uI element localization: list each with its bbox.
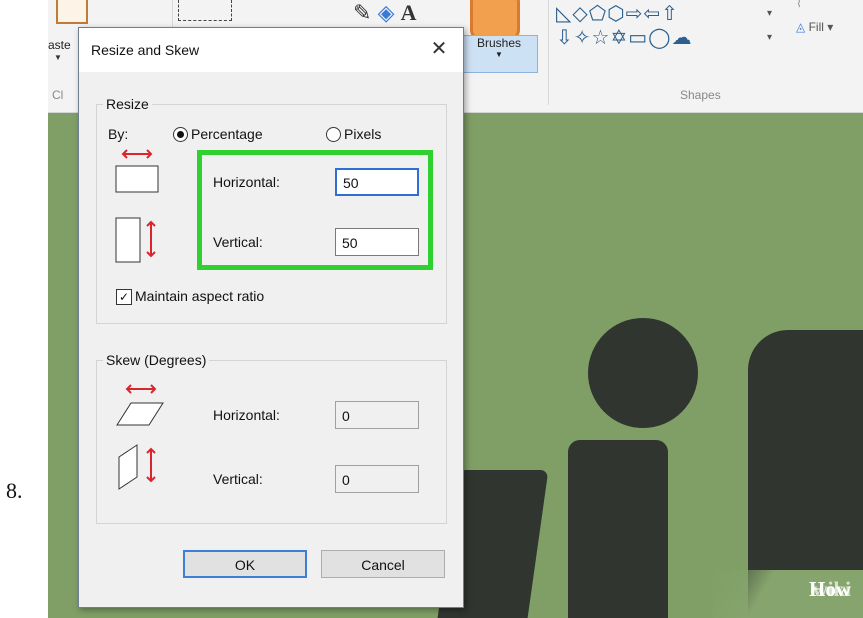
text-tool-icon[interactable]: A (401, 0, 417, 25)
ok-button[interactable]: OK (183, 550, 307, 578)
percentage-label[interactable]: Percentage (191, 126, 263, 142)
watermark-how: How (809, 577, 851, 601)
paste-dropdown-icon[interactable]: ▼ (54, 53, 62, 62)
fill-bucket-icon[interactable]: ◈ (378, 0, 395, 25)
maintain-aspect-checkbox[interactable]: ✓ (116, 289, 132, 305)
logo-shape (588, 318, 698, 428)
fill-dropdown-icon: ▾ (827, 20, 834, 34)
skew-legend: Skew (Degrees) (103, 352, 210, 368)
shapes-gallery[interactable]: ◺◇⬠⬡⇨⇦⇧ ⇩✧☆✡▭◯☁ (556, 2, 692, 50)
paint-screenshot: aste ▼ Cl ✎ ◈ A Brushes ▼ ◺◇⬠⬡⇨⇦⇧ ⇩✧☆✡▭◯… (48, 0, 863, 618)
select-icon[interactable] (178, 0, 232, 21)
ribbon-divider (548, 0, 549, 105)
dialog-title-bar[interactable]: Resize and Skew ✕ (79, 28, 463, 72)
skew-vertical-label: Vertical: (213, 471, 263, 487)
shapes-group-label: Shapes (680, 88, 721, 102)
resize-skew-dialog: Resize and Skew ✕ Resize By: Percentage … (78, 27, 464, 608)
resize-vertical-input[interactable]: 50 (335, 228, 419, 256)
skew-horizontal-label: Horizontal: (213, 407, 280, 423)
close-icon[interactable]: ✕ (425, 36, 453, 64)
resize-vertical-label: Vertical: (213, 234, 263, 250)
fill-icon: ◬ (796, 20, 806, 34)
by-label: By: (108, 126, 129, 142)
tools-group: ✎ ◈ A (353, 0, 417, 26)
step-number: 8. (6, 478, 23, 503)
resize-legend: Resize (103, 96, 152, 112)
shapes-row-2[interactable]: ⇩✧☆✡▭◯☁ (556, 26, 692, 50)
cancel-button[interactable]: Cancel (321, 550, 445, 578)
brush-icon[interactable] (470, 0, 520, 40)
horizontal-skew-icon (116, 384, 164, 426)
fill-button[interactable]: ◬ Fill ▾ (796, 20, 833, 34)
brushes-button[interactable]: Brushes ▼ (460, 35, 538, 73)
shapes-row-1[interactable]: ◺◇⬠⬡⇨⇦⇧ (556, 2, 692, 26)
paste-label[interactable]: aste (48, 38, 71, 52)
pixels-radio[interactable] (326, 127, 341, 142)
vertical-resize-icon (115, 217, 156, 263)
logo-shape (568, 440, 668, 618)
pencil-icon[interactable]: ✎ (353, 0, 371, 25)
percentage-radio[interactable] (173, 127, 188, 142)
paste-icon[interactable] (56, 0, 88, 24)
fill-label: Fill (808, 20, 824, 34)
wikihow-watermark: wiki How (713, 570, 863, 618)
resize-horizontal-input[interactable]: 50 (335, 168, 419, 196)
resize-horizontal-label: Horizontal: (213, 174, 280, 190)
skew-horizontal-input[interactable]: 0 (335, 401, 419, 429)
brushes-dropdown-icon: ▼ (495, 50, 503, 59)
horizontal-resize-icon (115, 149, 159, 193)
maintain-aspect-label[interactable]: Maintain aspect ratio (135, 288, 264, 304)
pixels-label[interactable]: Pixels (344, 126, 381, 142)
brushes-label: Brushes (476, 36, 522, 50)
vertical-skew-icon (118, 444, 156, 490)
skew-vertical-input[interactable]: 0 (335, 465, 419, 493)
shapes-gallery-scroll[interactable]: ▾ ▾ (767, 2, 772, 50)
clipboard-group-label: Cl (52, 88, 64, 102)
outline-icon[interactable]: ⌇ (796, 0, 802, 10)
dialog-title: Resize and Skew (91, 42, 200, 58)
